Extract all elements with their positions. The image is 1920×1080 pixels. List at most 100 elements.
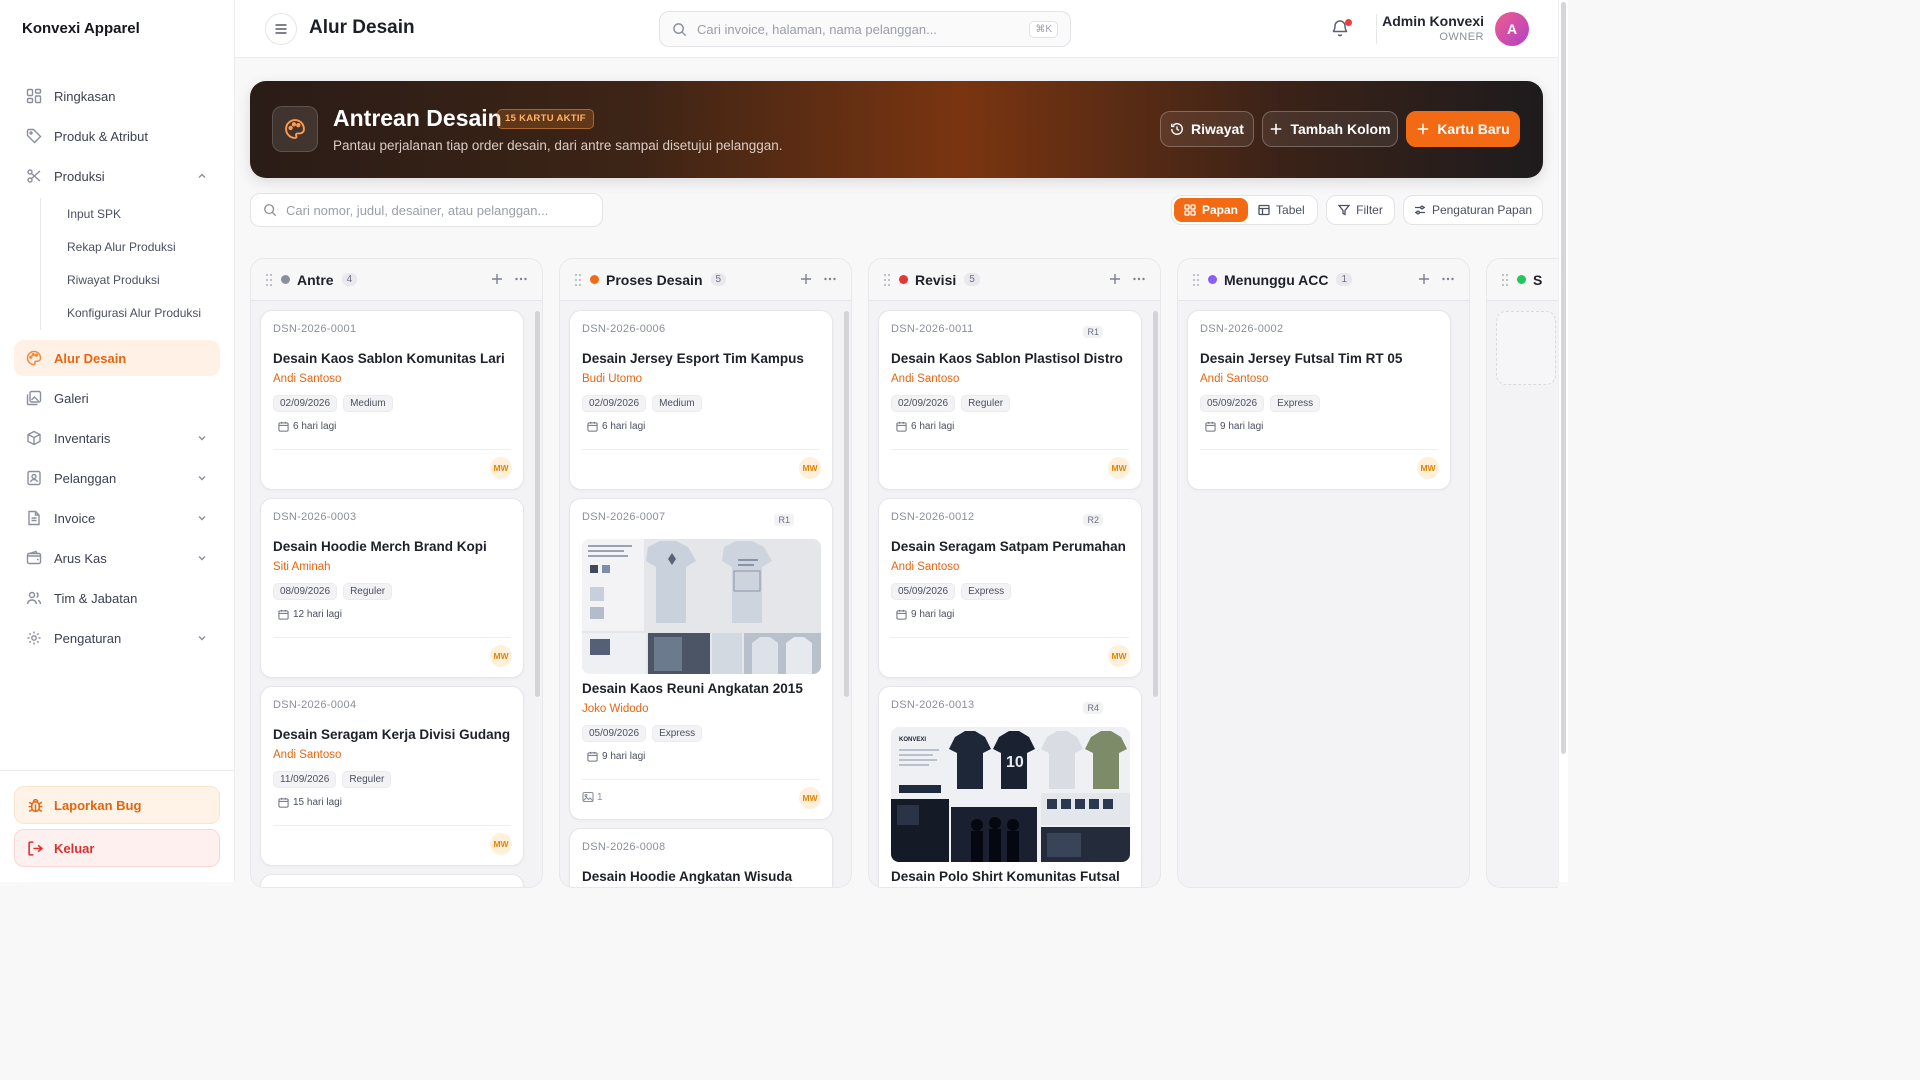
design-card[interactable]: DSN-2026-0013 R4 KONVEXI 10 Desain Polo … [878,686,1142,887]
sidebar-item-label: Pelanggan [54,470,117,486]
calendar-icon [278,797,289,808]
plus-icon[interactable] [799,272,813,286]
more-icon[interactable] [1132,272,1146,286]
history-label: Riwayat [1191,121,1244,137]
user-role: OWNER [1439,31,1484,43]
plus-icon[interactable] [1108,272,1122,286]
wallet-icon [26,550,42,565]
global-search[interactable]: ⌘K [659,11,1071,47]
design-card[interactable] [260,874,524,887]
assignee-avatar[interactable]: MW [799,457,821,479]
assignee-avatar[interactable]: MW [799,787,821,809]
sidebar-nav: Ringkasan Produk & Atribut Produksi Inpu… [14,78,220,660]
avatar[interactable]: A [1495,12,1529,46]
sidebar-item-ringkasan[interactable]: Ringkasan [14,78,220,114]
more-icon[interactable] [823,272,837,286]
column-header: Menunggu ACC 1 [1178,259,1469,301]
design-card[interactable]: DSN-2026-0011 R1 Desain Kaos Sablon Plas… [878,310,1142,490]
drag-handle-icon[interactable] [883,273,891,287]
date-chip: 08/09/2026 [273,583,338,600]
report-bug-button[interactable]: Laporkan Bug [14,786,220,824]
drag-handle-icon[interactable] [1192,273,1200,287]
view-table-label: Tabel [1276,203,1305,217]
column-header: Revisi 5 [869,259,1160,301]
sidebar-item-tim[interactable]: Tim & Jabatan [14,580,220,616]
assignee-avatar[interactable]: MW [490,833,512,855]
design-card[interactable]: DSN-2026-0008 Desain Hoodie Angkatan Wis… [569,828,833,887]
design-preview-image[interactable]: KONVEXI 10 [891,727,1130,862]
sidebar-item-galeri[interactable]: Galeri [14,380,220,416]
assignee-avatar[interactable]: MW [1417,457,1439,479]
calendar-icon [587,751,598,762]
sidebar-item-label: Invoice [54,510,96,526]
sidebar-subitem-riwayat[interactable]: Riwayat Produksi [67,264,220,297]
view-table-button[interactable]: Tabel [1248,198,1315,222]
card-due: 6 hari lagi [278,421,336,432]
sidebar-item-produksi[interactable]: Produksi [14,158,220,194]
sidebar-item-label: Galeri [54,390,89,406]
sidebar-item-label: Ringkasan [54,88,116,104]
assignee-avatar[interactable]: MW [490,457,512,479]
column-scrollbar[interactable] [1153,311,1158,697]
board-settings-button[interactable]: Pengaturan Papan [1403,195,1543,225]
design-card[interactable]: DSN-2026-0012 R2 Desain Seragam Satpam P… [878,498,1142,678]
design-card[interactable]: DSN-2026-0002 Desain Jersey Futsal Tim R… [1187,310,1451,490]
column-title: Antre [297,271,334,288]
page-scrollbar[interactable] [1558,0,1568,882]
view-board-button[interactable]: Papan [1174,198,1249,222]
column-title: Proses Desain [606,271,703,288]
drag-handle-icon[interactable] [574,273,582,287]
assignee-avatar[interactable]: MW [1108,457,1130,479]
column-partial: S [1486,258,1558,888]
hero-banner: Antrean Desain 15 KARTU AKTIF Pantau per… [250,81,1543,178]
history-button[interactable]: Riwayat [1160,111,1254,147]
column-count: 4 [341,273,358,286]
sidebar-item-inventaris[interactable]: Inventaris [14,420,220,456]
column-scrollbar[interactable] [844,311,849,697]
more-icon[interactable] [1441,272,1455,286]
column-scrollbar[interactable] [535,311,540,697]
more-icon[interactable] [514,272,528,286]
new-card-button[interactable]: Kartu Baru [1406,111,1520,147]
board-search[interactable] [250,193,603,227]
sidebar-item-arus-kas[interactable]: Arus Kas [14,540,220,576]
add-column-button[interactable]: Tambah Kolom [1262,111,1398,147]
user-name[interactable]: Admin Konvexi [1382,13,1484,29]
due-label: 9 hari lagi [911,609,955,620]
new-card-label: Kartu Baru [1437,121,1510,137]
menu-toggle-button[interactable] [265,13,297,45]
sidebar-subitem-konfigurasi[interactable]: Konfigurasi Alur Produksi [67,297,220,330]
page-scrollbar-thumb[interactable] [1561,2,1566,754]
sidebar-item-pengaturan[interactable]: Pengaturan [14,620,220,656]
design-card[interactable]: DSN-2026-0001 Desain Kaos Sablon Komunit… [260,310,524,490]
drag-handle-icon[interactable] [265,273,273,287]
sidebar-subitem-rekap[interactable]: Rekap Alur Produksi [67,231,220,264]
plus-icon[interactable] [490,272,504,286]
brand-logo[interactable]: Konvexi Apparel [22,20,140,37]
sidebar-subitem-input-spk[interactable]: Input SPK [67,198,220,231]
board-search-input[interactable] [286,202,586,218]
assignee-avatar[interactable]: MW [1108,645,1130,667]
design-card[interactable]: DSN-2026-0004 Desain Seragam Kerja Divis… [260,686,524,866]
logout-button[interactable]: Keluar [14,829,220,867]
card-title: Desain Jersey Futsal Tim RT 05 [1200,351,1403,366]
global-search-input[interactable] [697,21,1017,37]
report-bug-label: Laporkan Bug [54,797,142,813]
drag-handle-icon[interactable] [1501,273,1509,287]
sidebar-item-invoice[interactable]: Invoice [14,500,220,536]
filter-button[interactable]: Filter [1326,195,1395,225]
sidebar-item-produk[interactable]: Produk & Atribut [14,118,220,154]
attachment-count: 1 [582,791,603,803]
status-dot [281,275,290,284]
sidebar-item-alur-desain[interactable]: Alur Desain [14,340,220,376]
design-card[interactable]: DSN-2026-0007 R1 Desain Kaos Reuni Angka… [569,498,833,820]
chevron-down-icon [198,516,206,521]
design-card[interactable]: DSN-2026-0006 Desain Jersey Esport Tim K… [569,310,833,490]
plus-icon[interactable] [1417,272,1431,286]
filter-icon [1338,204,1351,216]
design-card[interactable]: DSN-2026-0003 Desain Hoodie Merch Brand … [260,498,524,678]
status-dot [1517,275,1526,284]
assignee-avatar[interactable]: MW [490,645,512,667]
sidebar-item-pelanggan[interactable]: Pelanggan [14,460,220,496]
design-preview-image[interactable] [582,539,821,674]
